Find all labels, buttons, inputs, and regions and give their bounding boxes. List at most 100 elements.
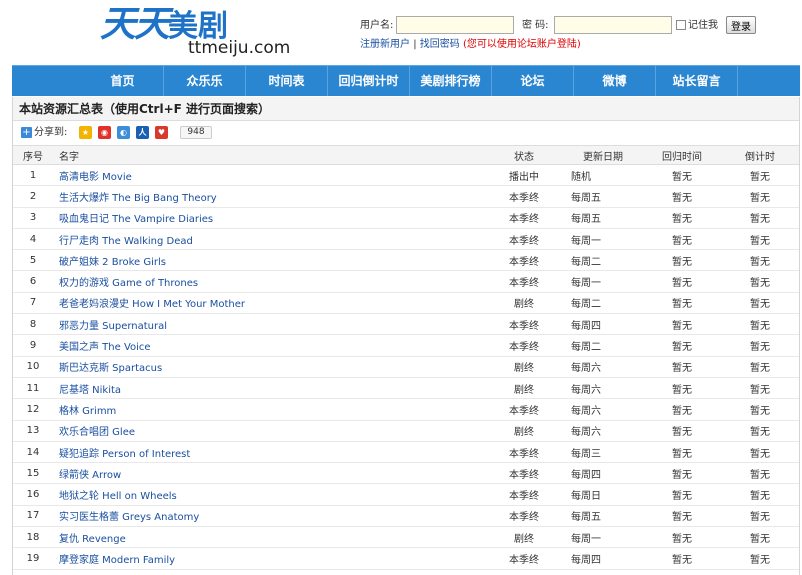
link-separator: | (413, 39, 417, 50)
row-index: 9 (13, 334, 53, 357)
row-countdown: 暂无 (721, 207, 799, 229)
row-status: 本季终 (485, 185, 563, 208)
nav-ranking[interactable]: 美剧排行榜 (410, 66, 492, 96)
show-name-link[interactable]: 尼基塔 Nikita (53, 377, 485, 400)
share-plus-icon[interactable]: + (21, 127, 32, 138)
show-name-link[interactable]: 行尸走肉 The Walking Dead (53, 228, 485, 251)
row-update-day: 每周六 (563, 356, 643, 378)
row-update-day: 每周二 (563, 292, 643, 315)
row-countdown: 暂无 (721, 420, 799, 442)
resource-panel: 本站资源汇总表（使用Ctrl+F 进行页面搜索） + 分享到: ★ ◉ ◐ 人 … (12, 97, 800, 575)
remember-checkbox[interactable] (676, 20, 686, 30)
row-countdown: 暂无 (721, 334, 799, 357)
show-name-link[interactable]: 复仇 Revenge (53, 526, 485, 549)
forgot-password-link[interactable]: 找回密码 (420, 39, 460, 50)
table-row: 7 老爸老妈浪漫史 How I Met Your Mother 剧终 每周二 暂无 暂无 (13, 292, 799, 315)
row-update-day: 每周一 (563, 228, 643, 251)
show-name-link[interactable]: 地狱之轮 Hell on Wheels (53, 483, 485, 506)
username-input[interactable] (396, 16, 514, 34)
table-row: 9 美国之声 The Voice 本季终 每周二 暂无 暂无 (13, 334, 799, 357)
row-return-time: 暂无 (643, 228, 721, 251)
show-name-link[interactable]: 美国之声 The Voice (53, 334, 485, 357)
row-countdown: 暂无 (721, 377, 799, 400)
show-name-link[interactable]: 斯巴达克斯 Spartacus (53, 356, 485, 378)
remember-label: 记住我 (688, 20, 718, 31)
tencent-weibo-icon[interactable]: ◐ (117, 126, 130, 139)
table-row: 1 高清电影 Movie 播出中 随机 暂无 暂无 (13, 164, 799, 187)
share-bar: + 分享到: ★ ◉ ◐ 人 ♥ 948 (13, 123, 799, 143)
nav-weibo[interactable]: 微博 (574, 66, 656, 96)
row-update-day: 每周五 (563, 185, 643, 208)
row-countdown: 暂无 (721, 356, 799, 378)
kaixin-icon[interactable]: ♥ (155, 126, 168, 139)
nav-schedule[interactable]: 时间表 (246, 66, 328, 96)
show-name-link[interactable]: 实习医生格蕾 Greys Anatomy (53, 505, 485, 528)
row-return-time: 暂无 (643, 526, 721, 549)
show-name-link[interactable]: 格林 Grimm (53, 398, 485, 421)
show-name-link[interactable]: 邪恶力量 Supernatural (53, 313, 485, 336)
row-index: 6 (13, 270, 53, 293)
show-name-link[interactable]: 吸血鬼日记 The Vampire Diaries (53, 207, 485, 229)
site-logo[interactable]: 天天美剧 ttmeiju.com (100, 4, 300, 58)
nav-home[interactable]: 首页 (82, 66, 164, 96)
sina-weibo-icon[interactable]: ◉ (98, 126, 111, 139)
nav-countdown[interactable]: 回归倒计时 (328, 66, 410, 96)
row-update-day: 每周六 (563, 420, 643, 442)
row-update-day: 每周四 (563, 313, 643, 336)
row-index: 10 (13, 356, 53, 378)
table-row: 6 权力的游戏 Game of Thrones 本季终 每周一 暂无 暂无 (13, 270, 799, 293)
row-status: 本季终 (485, 462, 563, 485)
show-name-link[interactable]: 老爸老妈浪漫史 How I Met Your Mother (53, 292, 485, 315)
table-row: 12 格林 Grimm 本季终 每周六 暂无 暂无 (13, 398, 799, 421)
renren-icon[interactable]: 人 (136, 126, 149, 139)
nav-guestbook[interactable]: 站长留言 (656, 66, 738, 96)
row-status: 本季终 (485, 249, 563, 272)
row-return-time: 暂无 (643, 547, 721, 570)
table-row: 16 地狱之轮 Hell on Wheels 本季终 每周日 暂无 暂无 (13, 483, 799, 506)
row-index: 15 (13, 462, 53, 485)
show-name-link[interactable]: 摩登家庭 Modern Family (53, 547, 485, 570)
row-update-day: 每周六 (563, 398, 643, 421)
row-return-time: 暂无 (643, 420, 721, 442)
show-name-link[interactable]: 疑犯追踪 Person of Interest (53, 441, 485, 464)
row-index: 16 (13, 483, 53, 506)
row-return-time: 暂无 (643, 334, 721, 357)
password-input[interactable] (554, 16, 672, 34)
row-status: 本季终 (485, 398, 563, 421)
table-row: 18 复仇 Revenge 剧终 每周一 暂无 暂无 (13, 526, 799, 549)
row-index: 18 (13, 526, 53, 549)
row-countdown: 暂无 (721, 398, 799, 421)
row-status: 本季终 (485, 441, 563, 464)
main-nav: 首页 众乐乐 时间表 回归倒计时 美剧排行榜 论坛 微博 站长留言 (12, 65, 800, 96)
row-index: 13 (13, 420, 53, 442)
show-name-link[interactable]: 欢乐合唱团 Glee (53, 420, 485, 442)
table-row: 5 破产姐妹 2 Broke Girls 本季终 每周二 暂无 暂无 (13, 249, 799, 272)
row-update-day: 每周二 (563, 249, 643, 272)
row-index: 17 (13, 505, 53, 528)
row-update-day: 每周一 (563, 526, 643, 549)
row-return-time: 暂无 (643, 207, 721, 229)
row-status: 本季终 (485, 313, 563, 336)
nav-forum[interactable]: 论坛 (492, 66, 574, 96)
username-label: 用户名: (360, 20, 394, 31)
row-countdown: 暂无 (721, 249, 799, 272)
row-status: 剧终 (485, 292, 563, 315)
row-countdown: 暂无 (721, 270, 799, 293)
register-link[interactable]: 注册新用户 (360, 39, 410, 50)
row-status: 本季终 (485, 547, 563, 570)
show-name-link[interactable]: 高清电影 Movie (53, 164, 485, 187)
qzone-icon[interactable]: ★ (79, 126, 92, 139)
col-status: 状态 (485, 145, 563, 165)
nav-share[interactable]: 众乐乐 (164, 66, 246, 96)
row-return-time: 暂无 (643, 377, 721, 400)
show-name-link[interactable]: 生活大爆炸 The Big Bang Theory (53, 185, 485, 208)
share-label: 分享到: (34, 127, 68, 138)
show-name-link[interactable]: 绿箭侠 Arrow (53, 462, 485, 485)
show-name-link[interactable]: 破产姐妹 2 Broke Girls (53, 249, 485, 272)
login-button[interactable]: 登录 (726, 16, 756, 34)
table-header-row: 序号 名字 状态 更新日期 回归时间 倒计时 (13, 145, 799, 165)
col-return: 回归时间 (643, 145, 721, 165)
col-index: 序号 (13, 145, 53, 165)
password-label: 密 码: (522, 20, 549, 31)
show-name-link[interactable]: 权力的游戏 Game of Thrones (53, 270, 485, 293)
